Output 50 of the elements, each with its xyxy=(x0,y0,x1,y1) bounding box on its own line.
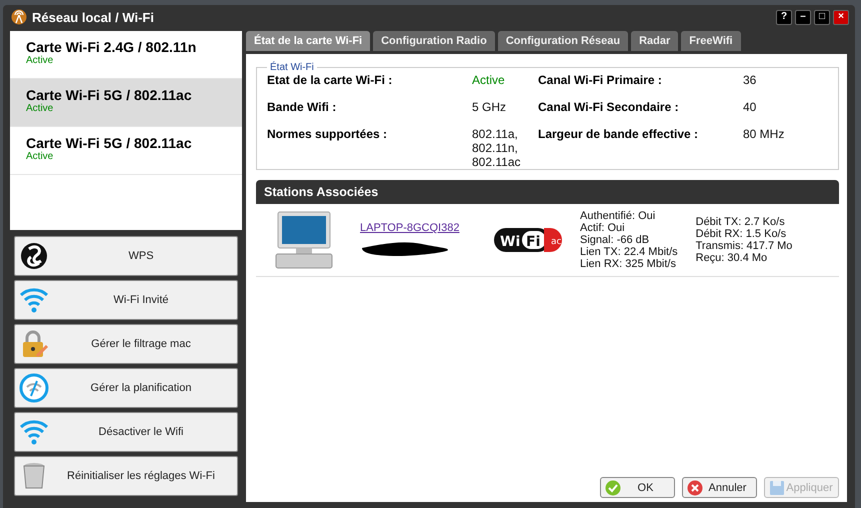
field-value: 36 xyxy=(743,73,756,89)
wps-icon xyxy=(19,241,49,271)
station-info-text: Lien RX: 325 Mbit/s xyxy=(580,258,677,270)
field-label: Canal Wi-Fi Secondaire : xyxy=(538,100,680,116)
field-value: 5 GHz xyxy=(472,100,506,116)
tab[interactable]: État de la carte Wi-Fi xyxy=(246,31,370,51)
station-info-text: Signal: -66 dB xyxy=(580,234,650,246)
station-info-text: Authentifié: Oui xyxy=(580,210,656,222)
ok-button[interactable]: OK xyxy=(600,477,675,498)
field-label: Bande Wifi : xyxy=(267,100,338,116)
tab[interactable]: Radar xyxy=(631,31,678,51)
window-title: Réseau local / Wi-Fi xyxy=(32,10,154,24)
station-name-link[interactable]: LAPTOP-8GCQI382 xyxy=(360,222,480,234)
close-button[interactable]: × xyxy=(833,10,849,24)
cancel-icon xyxy=(687,480,703,496)
minimize-button[interactable]: – xyxy=(795,10,811,24)
field-label: Canal Wi-Fi Primaire : xyxy=(538,73,663,89)
field-value: 40 xyxy=(743,100,756,116)
field-label: Etat de la carte Wi-Fi : xyxy=(267,73,394,89)
station-traffic-text: Reçu: 30.4 Mo xyxy=(696,252,768,264)
antenna-icon xyxy=(11,9,27,25)
action-button[interactable]: Gérer la planification xyxy=(14,368,238,408)
station-traffic-text: Transmis: 417.7 Mo xyxy=(696,240,792,252)
field-value: Active xyxy=(472,73,505,89)
section-header: Stations Associées xyxy=(256,180,839,204)
desktop-computer-icon xyxy=(274,210,334,270)
field-value: 80 MHz xyxy=(743,127,784,143)
station-info-text: Lien TX: 22.4 Mbit/s xyxy=(580,246,678,258)
action-button[interactable]: Wi-Fi Invité xyxy=(14,280,238,320)
station-traffic-text: Débit RX: 1.5 Ko/s xyxy=(696,228,788,240)
group-legend: État Wi-Fi xyxy=(267,62,317,73)
wifi-card-item[interactable]: Carte Wi-Fi 5G / 802.11ac Active xyxy=(10,79,242,127)
action-button[interactable]: Réinitialiser les réglages Wi-Fi xyxy=(14,456,238,496)
station-traffic-text: Débit TX: 2.7 Ko/s xyxy=(696,216,786,228)
field-value: 802.11a, 802.11n, 802.11ac xyxy=(472,127,520,169)
wifi-card-item[interactable]: Carte Wi-Fi 5G / 802.11ac Active xyxy=(10,127,242,175)
tab[interactable]: FreeWifi xyxy=(681,31,741,51)
field-label: Largeur de bande effective : xyxy=(538,127,700,143)
action-button[interactable]: Désactiver le Wifi xyxy=(14,412,238,452)
tab[interactable]: Configuration Radio xyxy=(373,31,495,51)
help-button[interactable]: ? xyxy=(776,10,792,24)
field-label: Normes supportées : xyxy=(267,127,388,143)
station-info-text: Actif: Oui xyxy=(580,222,626,234)
checkmark-icon xyxy=(605,480,621,496)
tab[interactable]: Configuration Réseau xyxy=(498,31,628,51)
action-button[interactable]: Gérer le filtrage mac xyxy=(14,324,238,364)
clock-wifi-icon xyxy=(19,373,49,403)
cancel-button[interactable]: Annuler xyxy=(682,477,757,498)
action-button[interactable]: WPS xyxy=(14,236,238,276)
maximize-button[interactable]: □ xyxy=(814,10,830,24)
